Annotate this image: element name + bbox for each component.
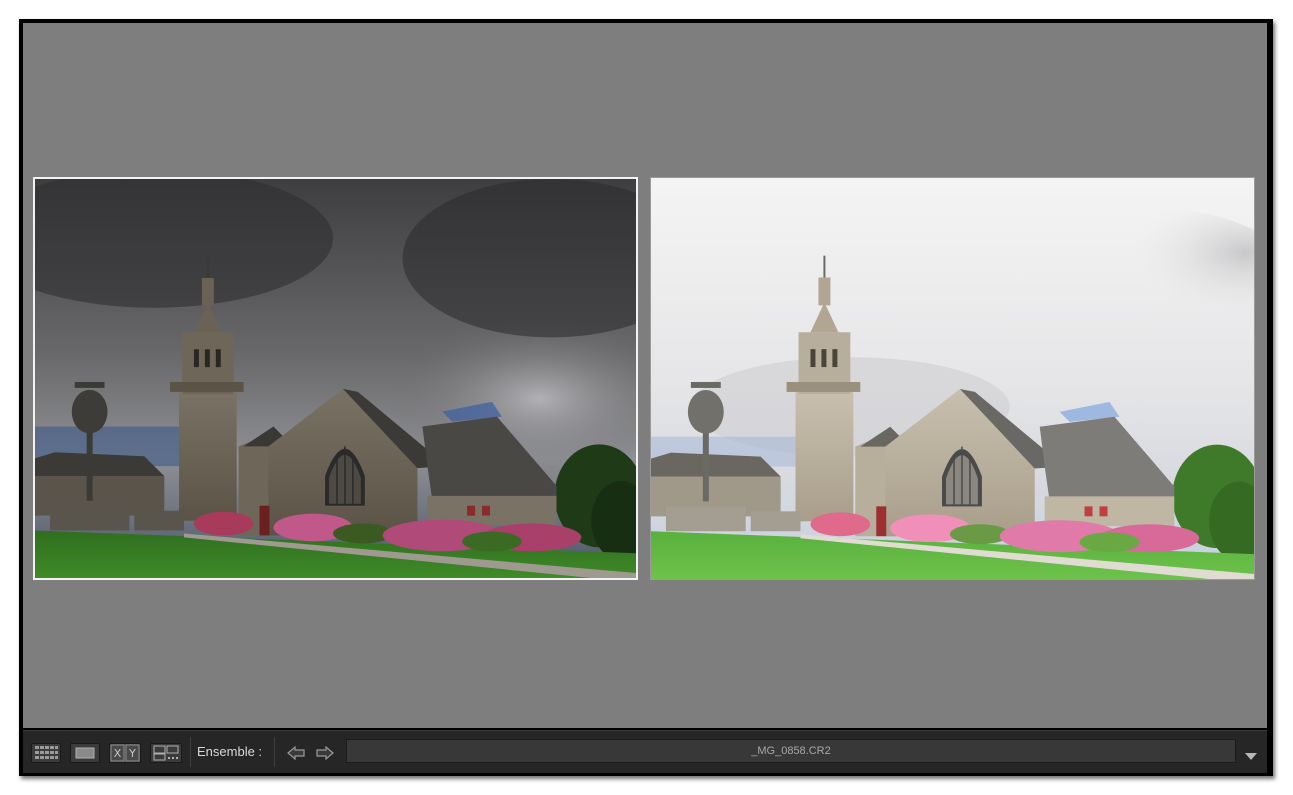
photo-candidate[interactable] bbox=[650, 177, 1255, 580]
filename-bar[interactable]: _MG_0858.CR2 bbox=[346, 739, 1236, 763]
set-label: Ensemble : bbox=[197, 744, 263, 759]
compare-xy-icon: X Y bbox=[110, 744, 140, 762]
next-arrow-icon bbox=[316, 745, 334, 761]
church-photo-dark bbox=[35, 179, 636, 578]
loupe-view-button[interactable] bbox=[70, 743, 100, 763]
survey-icon bbox=[153, 745, 179, 761]
bottom-toolbar: X Y Ensemble : _MG_0858.CR2 bbox=[23, 730, 1267, 773]
toolbar-divider bbox=[190, 737, 191, 767]
chevron-down-icon bbox=[1245, 753, 1257, 760]
previous-arrow-icon bbox=[287, 745, 305, 761]
survey-view-button[interactable] bbox=[150, 743, 182, 763]
loupe-icon bbox=[75, 747, 95, 759]
toolbar-divider bbox=[274, 737, 275, 767]
previous-button[interactable] bbox=[285, 743, 307, 763]
photo-select[interactable] bbox=[33, 177, 638, 580]
grid-view-button[interactable] bbox=[31, 743, 61, 763]
compare-stage bbox=[23, 23, 1267, 728]
grid-icon bbox=[35, 746, 58, 759]
filename-label: _MG_0858.CR2 bbox=[751, 745, 831, 757]
app-window: X Y Ensemble : _MG_0858.CR2 bbox=[19, 19, 1273, 776]
toolbar-menu-button[interactable] bbox=[1244, 746, 1258, 760]
svg-text:Y: Y bbox=[128, 747, 136, 760]
svg-text:X: X bbox=[114, 747, 122, 760]
church-photo-bright bbox=[651, 178, 1254, 579]
next-button[interactable] bbox=[314, 743, 336, 763]
compare-view-button[interactable]: X Y bbox=[109, 743, 141, 763]
